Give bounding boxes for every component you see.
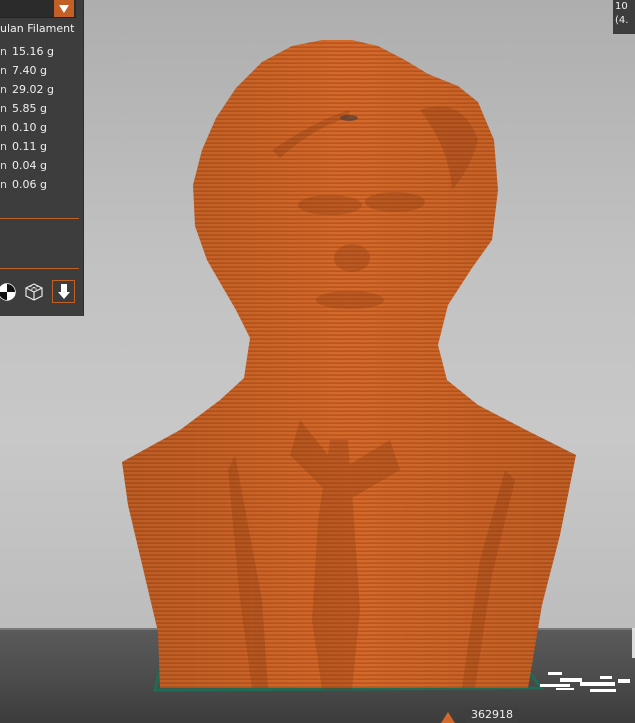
shading-toggle-button[interactable]: [0, 280, 18, 303]
row-prefix: n: [0, 140, 7, 153]
export-download-icon: [57, 283, 70, 299]
filament-row: n 0.11 g: [0, 140, 80, 155]
filament-weight: 0.11 g: [12, 140, 47, 153]
top-right-readout: 10 (4.: [613, 0, 635, 34]
filament-row: n 0.10 g: [0, 121, 80, 136]
layer-slider-handle[interactable]: [441, 712, 455, 723]
contrast-toggle-icon: [0, 282, 16, 301]
view-mode-dropdown[interactable]: [0, 0, 76, 18]
row-prefix: n: [0, 83, 7, 96]
hair-gap: [340, 115, 358, 121]
filament-row: n 15.16 g: [0, 45, 80, 60]
separator-line: [0, 218, 79, 219]
layer-value-label: 362918: [466, 707, 518, 723]
readout-line: 10: [615, 1, 628, 12]
filament-weight: 7.40 g: [12, 64, 47, 77]
chevron-down-icon: [59, 4, 69, 13]
separator-line: [0, 268, 79, 269]
readout-line: (4.: [615, 15, 629, 26]
row-prefix: n: [0, 102, 7, 115]
filament-row: n 29.02 g: [0, 83, 80, 98]
filament-weight: 29.02 g: [12, 83, 54, 96]
panel-header: ulan Filament: [0, 22, 75, 35]
row-prefix: n: [0, 178, 7, 191]
filament-weight: 15.16 g: [12, 45, 54, 58]
filament-row: n 5.85 g: [0, 102, 80, 117]
wireframe-cube-icon: [24, 282, 43, 301]
filament-usage-panel: ulan Filament n 15.16 g n 7.40 g n 29.02…: [0, 0, 84, 316]
row-prefix: n: [0, 121, 7, 134]
wireframe-view-button[interactable]: [22, 280, 45, 303]
export-button[interactable]: [52, 280, 75, 303]
row-prefix: n: [0, 159, 7, 172]
row-prefix: n: [0, 45, 7, 58]
filament-row: n 7.40 g: [0, 64, 80, 79]
row-prefix: n: [0, 64, 7, 77]
filament-row: n 0.04 g: [0, 159, 80, 174]
filament-weight: 5.85 g: [12, 102, 47, 115]
filament-row: n 0.06 g: [0, 178, 80, 193]
filament-weight: 0.10 g: [12, 121, 47, 134]
dropdown-toggle-button[interactable]: [54, 0, 74, 17]
3d-viewport[interactable]: ulan Filament n 15.16 g n 7.40 g n 29.02…: [0, 0, 635, 723]
filament-weight: 0.04 g: [12, 159, 47, 172]
filament-weight: 0.06 g: [12, 178, 47, 191]
sliced-bust-model[interactable]: [0, 0, 635, 723]
